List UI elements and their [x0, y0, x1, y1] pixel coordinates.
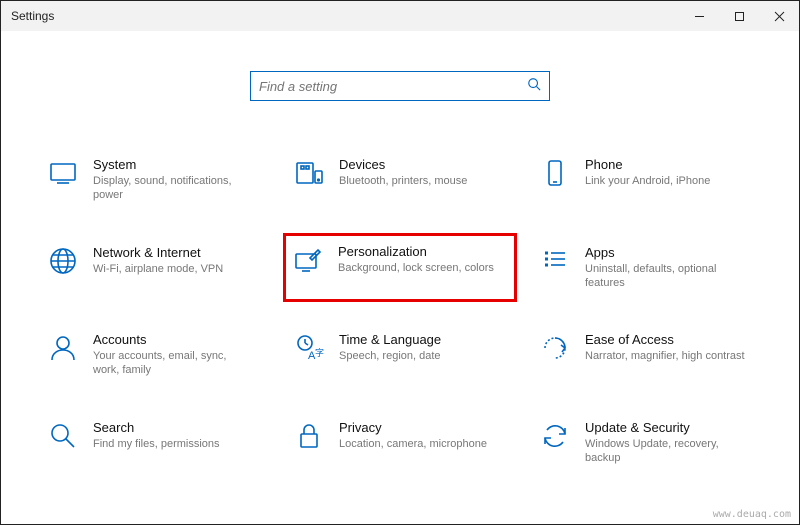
content-area: System Display, sound, notifications, po…	[1, 31, 799, 491]
close-button[interactable]	[759, 1, 799, 31]
tile-title: Network & Internet	[93, 245, 223, 260]
tile-desc: Find my files, permissions	[93, 437, 220, 451]
system-icon	[47, 157, 79, 189]
tile-personalization[interactable]: Personalization Background, lock screen,…	[283, 233, 517, 303]
tile-title: Accounts	[93, 332, 253, 347]
tile-system[interactable]: System Display, sound, notifications, po…	[41, 151, 267, 209]
maximize-button[interactable]	[719, 1, 759, 31]
tile-title: Update & Security	[585, 420, 745, 435]
time-language-icon: A字	[293, 332, 325, 364]
tile-desc: Your accounts, email, sync, work, family	[93, 349, 253, 378]
svg-text:字: 字	[315, 347, 324, 358]
search-icon	[527, 77, 541, 96]
ease-icon	[539, 332, 571, 364]
tile-network[interactable]: Network & Internet Wi-Fi, airplane mode,…	[41, 239, 267, 297]
person-icon	[47, 332, 79, 364]
magnifier-icon	[47, 420, 79, 452]
tile-accounts[interactable]: Accounts Your accounts, email, sync, wor…	[41, 326, 267, 384]
tile-title: Privacy	[339, 420, 487, 435]
window-title: Settings	[11, 9, 54, 23]
tile-desc: Windows Update, recovery, backup	[585, 437, 745, 466]
phone-icon	[539, 157, 571, 189]
watermark: www.deuaq.com	[713, 509, 791, 520]
globe-icon	[47, 245, 79, 277]
tile-desc: Display, sound, notifications, power	[93, 174, 253, 203]
tile-title: Search	[93, 420, 220, 435]
personalization-icon	[292, 244, 324, 276]
tile-update-security[interactable]: Update & Security Windows Update, recove…	[533, 414, 759, 472]
tile-title: Apps	[585, 245, 745, 260]
settings-grid: System Display, sound, notifications, po…	[31, 151, 769, 471]
tile-desc: Background, lock screen, colors	[338, 261, 494, 275]
search-input[interactable]	[259, 79, 527, 94]
tile-desc: Wi-Fi, airplane mode, VPN	[93, 262, 223, 276]
tile-title: System	[93, 157, 253, 172]
window-controls	[679, 1, 799, 31]
tile-search[interactable]: Search Find my files, permissions	[41, 414, 267, 472]
tile-title: Ease of Access	[585, 332, 745, 347]
tile-devices[interactable]: Devices Bluetooth, printers, mouse	[287, 151, 513, 209]
devices-icon	[293, 157, 325, 189]
tile-apps[interactable]: Apps Uninstall, defaults, optional featu…	[533, 239, 759, 297]
tile-title: Phone	[585, 157, 710, 172]
tile-ease-of-access[interactable]: Ease of Access Narrator, magnifier, high…	[533, 326, 759, 384]
lock-icon	[293, 420, 325, 452]
tile-time-language[interactable]: A字 Time & Language Speech, region, date	[287, 326, 513, 384]
tile-privacy[interactable]: Privacy Location, camera, microphone	[287, 414, 513, 472]
tile-title: Personalization	[338, 244, 494, 259]
search-box[interactable]	[250, 71, 550, 101]
update-icon	[539, 420, 571, 452]
tile-desc: Bluetooth, printers, mouse	[339, 174, 467, 188]
minimize-button[interactable]	[679, 1, 719, 31]
apps-icon	[539, 245, 571, 277]
tile-desc: Location, camera, microphone	[339, 437, 487, 451]
tile-desc: Uninstall, defaults, optional features	[585, 262, 745, 291]
tile-desc: Speech, region, date	[339, 349, 441, 363]
titlebar: Settings	[1, 1, 799, 31]
tile-desc: Narrator, magnifier, high contrast	[585, 349, 745, 363]
tile-title: Devices	[339, 157, 467, 172]
tile-phone[interactable]: Phone Link your Android, iPhone	[533, 151, 759, 209]
tile-desc: Link your Android, iPhone	[585, 174, 710, 188]
search-wrap	[31, 71, 769, 101]
tile-title: Time & Language	[339, 332, 441, 347]
